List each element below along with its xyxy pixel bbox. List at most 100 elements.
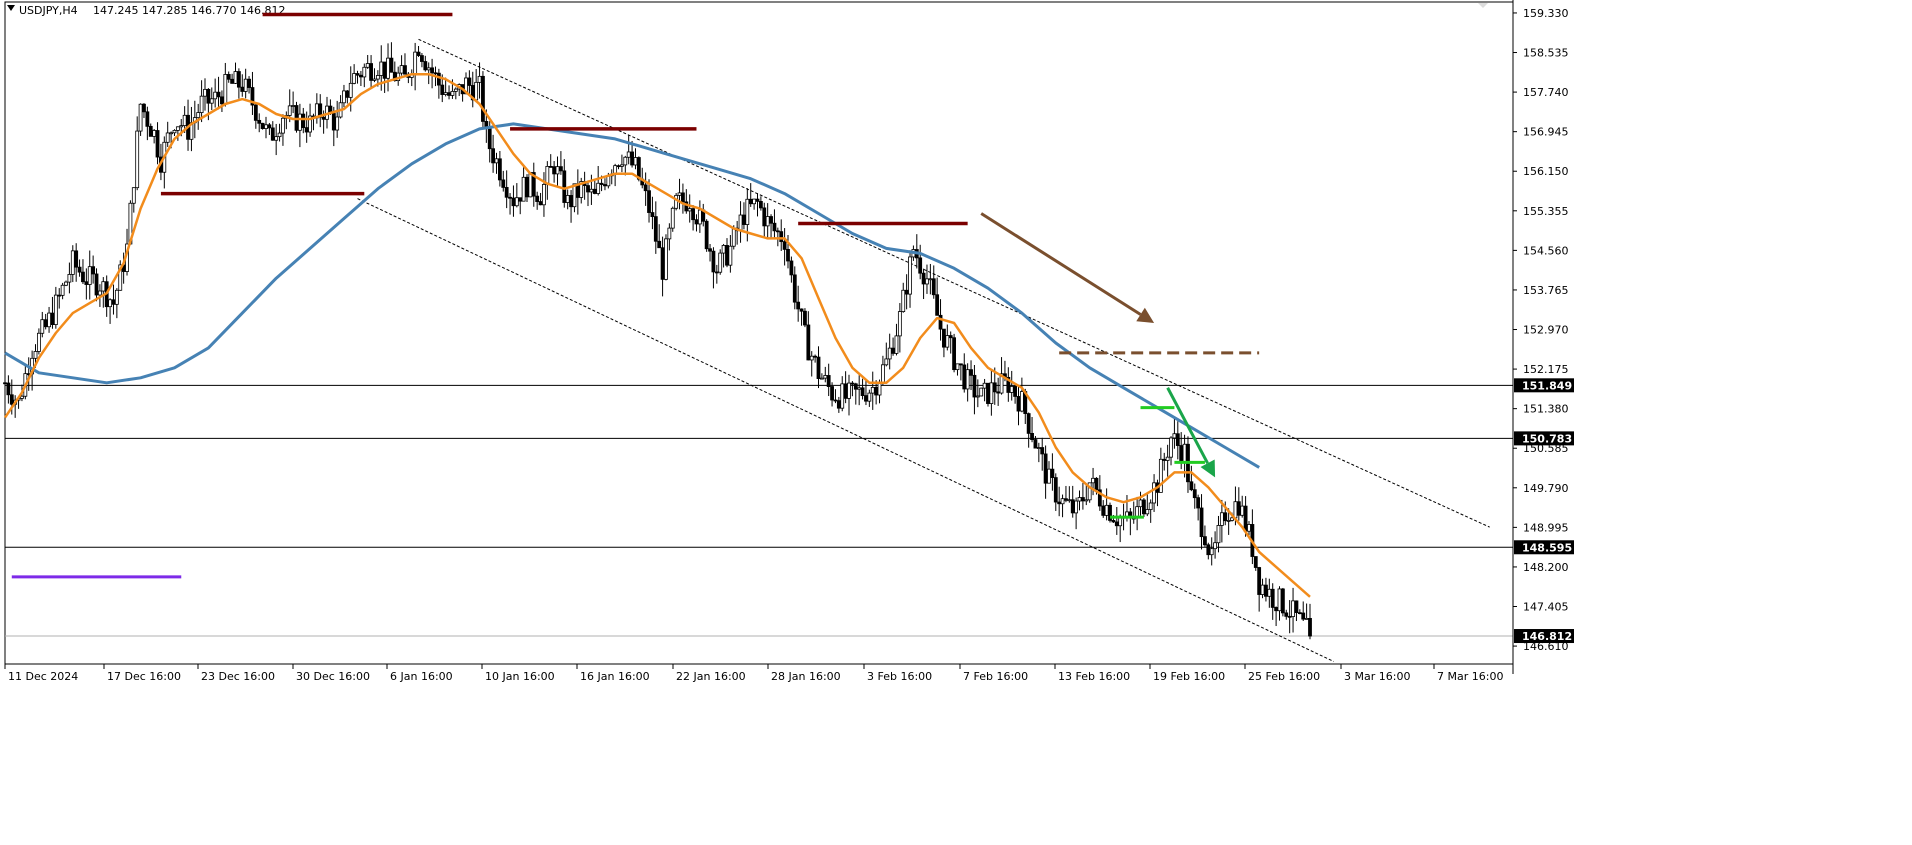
x-tick-label: 3 Mar 16:00 [1344, 670, 1410, 683]
chart[interactable]: USDJPY,H4 147.245 147.285 146.770 146.81… [0, 0, 1912, 841]
candle-body [1036, 447, 1041, 449]
candle-body [1175, 433, 1180, 446]
candle-body [84, 281, 89, 285]
candle-body [1158, 458, 1163, 493]
candle-body [979, 387, 984, 397]
candle-body [1216, 525, 1221, 544]
candle-body [1165, 456, 1170, 461]
candle-body [870, 386, 875, 394]
candle-body [1016, 396, 1021, 412]
shift-marker-icon [1478, 3, 1488, 8]
candle-body [664, 238, 668, 280]
channel-line [418, 38, 1490, 528]
candle-body [1294, 600, 1299, 614]
candle-body [1196, 497, 1201, 509]
candle-body [565, 195, 570, 203]
candle-body [789, 260, 794, 276]
candle-body [881, 364, 885, 383]
candle-body [345, 90, 350, 98]
candle-body [220, 96, 224, 105]
symbol-label: USDJPY,H4 [19, 4, 78, 17]
x-tick-label: 10 Jan 16:00 [485, 670, 555, 683]
candle-body [806, 324, 811, 361]
candle-body [620, 164, 624, 167]
candle-body [1053, 477, 1058, 503]
candle-body [589, 188, 594, 193]
candle-body [1233, 501, 1238, 519]
y-tick-label: 156.150 [1523, 165, 1569, 178]
candle-body [660, 247, 665, 280]
candle-body [630, 151, 634, 166]
candle-body [925, 278, 929, 285]
candle-body [738, 214, 743, 232]
x-tick-label: 6 Jan 16:00 [390, 670, 453, 683]
candle-body [711, 250, 716, 273]
candle-body [823, 375, 828, 379]
price-badge-label: 146.812 [1522, 630, 1572, 643]
candle-body [653, 216, 658, 242]
candle-body [1301, 612, 1306, 620]
candle-body [809, 355, 814, 361]
candle-body [704, 220, 709, 250]
y-tick-label: 148.995 [1523, 521, 1569, 534]
candle-body [850, 382, 855, 385]
candle-body [525, 176, 529, 198]
candle-body [413, 51, 418, 75]
candle-body [857, 387, 862, 390]
candle-body [755, 198, 760, 202]
candle-body [586, 185, 590, 193]
candle-body [799, 308, 804, 312]
candle-body [1067, 499, 1072, 502]
candle-body [772, 222, 777, 232]
candle-body [138, 103, 143, 132]
candle-body [70, 250, 75, 275]
candle-body [708, 248, 712, 252]
candle-body [369, 63, 373, 81]
candle-body [386, 57, 390, 79]
candle-body [643, 184, 648, 192]
candle-body [833, 399, 838, 402]
candle-body [1223, 512, 1228, 522]
candle-body [745, 198, 750, 225]
candle-body [1189, 481, 1194, 491]
horizontal-levels [5, 384, 1513, 637]
candle-body [969, 369, 973, 376]
candle-body [389, 57, 394, 73]
candle-body [487, 127, 492, 150]
candle-body [98, 290, 102, 296]
candle-body [501, 179, 506, 188]
candle-body [281, 117, 285, 134]
candle-body [267, 124, 272, 129]
candle-body [742, 214, 746, 225]
candle-body [1152, 482, 1156, 504]
candle-body [57, 294, 62, 297]
candle-body [514, 197, 519, 207]
candle-body [908, 256, 912, 295]
candle-body [511, 197, 516, 207]
chart-canvas[interactable]: USDJPY,H4 147.245 147.285 146.770 146.81… [0, 0, 1912, 841]
candle-body [786, 249, 790, 262]
candle-body [562, 170, 567, 203]
candle-body [508, 196, 512, 199]
x-tick-label: 17 Dec 16:00 [107, 670, 181, 683]
candle-body [1277, 588, 1282, 612]
candle-body [1148, 502, 1153, 510]
candle-body [1070, 499, 1075, 514]
candle-body [840, 383, 845, 409]
x-tick-label: 13 Feb 16:00 [1058, 670, 1130, 683]
candle-body [975, 395, 980, 398]
y-tick-label: 149.790 [1523, 482, 1569, 495]
candle-body [321, 116, 326, 120]
candle-body [209, 98, 214, 104]
dropdown-triangle-icon[interactable] [7, 5, 15, 11]
candle-body [762, 207, 767, 227]
candle-body [433, 72, 438, 75]
price-axis: 159.330 158.535 157.740 156.945 156.150 155.3… [1512, 0, 1912, 841]
price-badge-label: 150.783 [1522, 432, 1572, 445]
candle-body [1162, 458, 1167, 461]
y-tick-label: 154.560 [1523, 244, 1569, 257]
candle-body [1047, 468, 1051, 484]
x-tick-label: 7 Mar 16:00 [1437, 670, 1503, 683]
candle-body [443, 92, 448, 95]
candle-body [142, 103, 146, 113]
